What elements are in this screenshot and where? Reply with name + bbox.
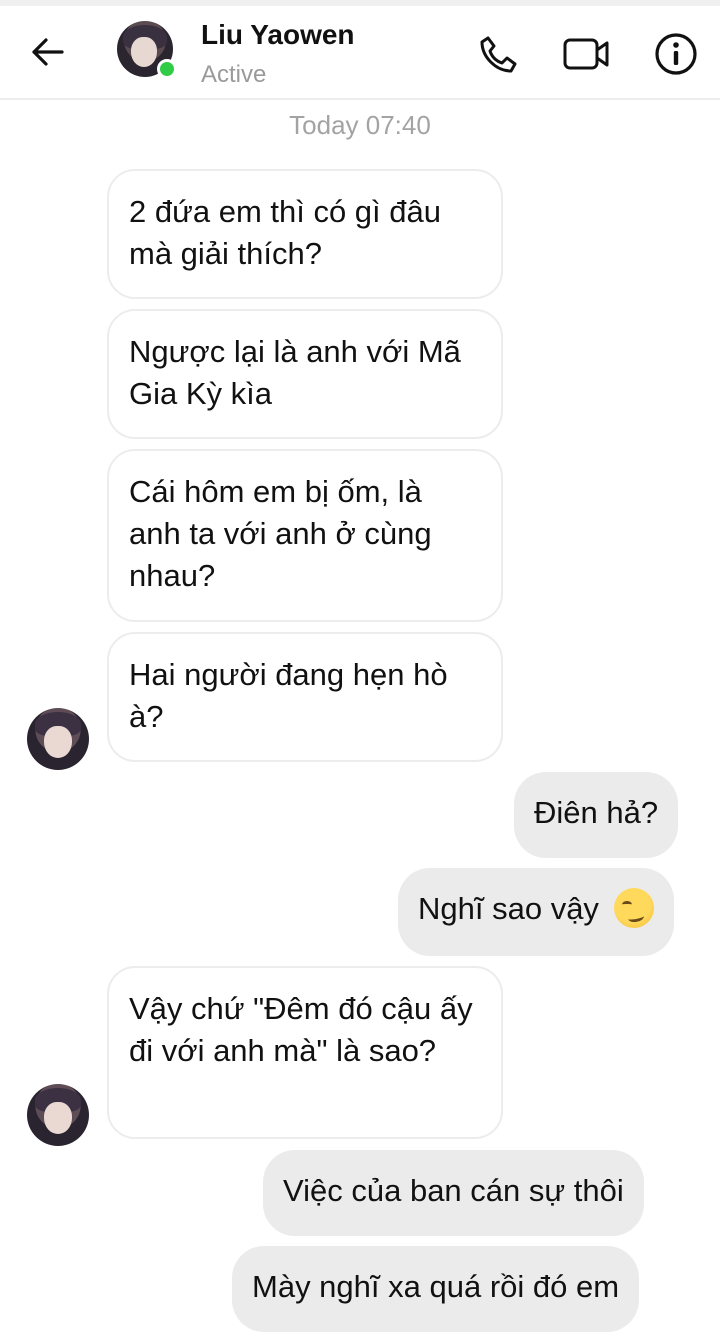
outgoing-message-text: Nghĩ sao vậy xyxy=(418,891,599,926)
info-button[interactable] xyxy=(652,30,700,78)
outgoing-message[interactable]: Nghĩ sao vậy xyxy=(398,868,674,956)
back-button[interactable] xyxy=(22,32,72,72)
info-icon xyxy=(655,33,697,75)
sender-avatar[interactable] xyxy=(27,708,89,770)
outgoing-message[interactable]: Việc của ban cán sự thôi xyxy=(263,1150,644,1236)
smirking-face-icon xyxy=(613,887,654,928)
video-camera-icon xyxy=(563,38,609,70)
message-timestamp: Today 07:40 xyxy=(289,110,431,140)
contact-avatar[interactable] xyxy=(117,21,177,79)
incoming-message[interactable]: 2 đứa em thì có gì đâu mà giải thích? xyxy=(107,169,503,299)
phone-icon xyxy=(480,36,517,73)
sender-avatar[interactable] xyxy=(27,1084,89,1146)
chat-header: Liu Yaowen Active xyxy=(0,6,720,100)
outgoing-message[interactable]: Mày nghĩ xa quá rồi đó em xyxy=(232,1246,640,1332)
video-call-button[interactable] xyxy=(562,30,610,78)
outgoing-message[interactable]: Điên hả? xyxy=(514,772,679,858)
back-arrow-icon xyxy=(32,38,64,66)
contact-status: Active xyxy=(201,61,267,88)
incoming-message[interactable]: Vậy chứ "Đêm đó cậu ấy đi với anh mà" là… xyxy=(107,966,503,1139)
call-button[interactable] xyxy=(474,30,522,78)
incoming-message[interactable]: Hai người đang hẹn hò à? xyxy=(107,632,503,762)
contact-name[interactable]: Liu Yaowen xyxy=(201,19,355,51)
incoming-message[interactable]: Ngược lại là anh với Mã Gia Kỳ kìa xyxy=(107,309,503,439)
active-status-dot xyxy=(157,59,177,79)
incoming-message[interactable]: Cái hôm em bị ốm, là anh ta với anh ở cù… xyxy=(107,449,503,622)
